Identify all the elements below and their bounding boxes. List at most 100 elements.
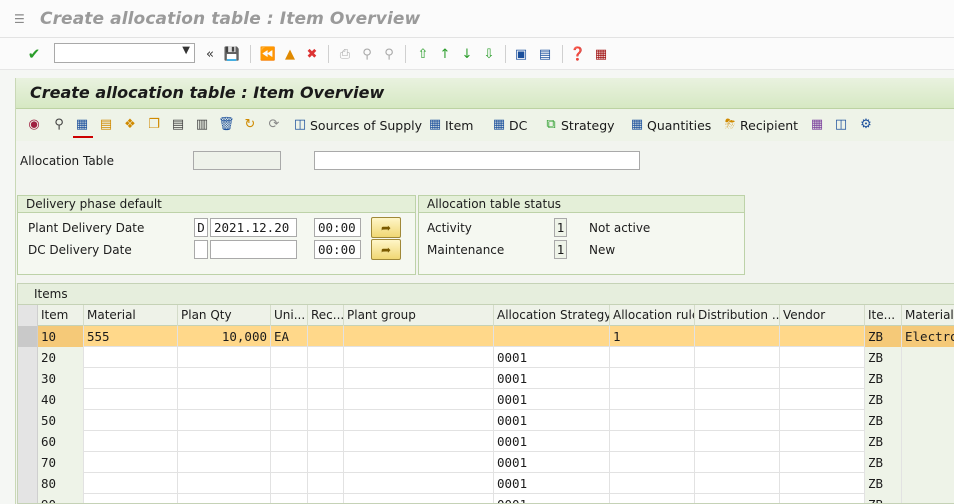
- table-row[interactable]: 1055510,000EA 1 ZBElectronic: [18, 326, 954, 347]
- cell-material[interactable]: [84, 347, 178, 368]
- cell-plan-qty[interactable]: [178, 494, 271, 503]
- col-header-item-category[interactable]: Ite...: [865, 305, 902, 326]
- cell-unit[interactable]: [271, 368, 308, 389]
- cell-rec[interactable]: [308, 494, 344, 503]
- grid-icon[interactable]: ▦: [809, 115, 827, 135]
- cell-rec[interactable]: [308, 473, 344, 494]
- cell-plan-qty[interactable]: [178, 389, 271, 410]
- delete-icon[interactable]: 🗑: [218, 115, 236, 135]
- cell-dist[interactable]: [695, 410, 780, 431]
- back-icon[interactable]: ⏪: [258, 44, 278, 64]
- cell-material[interactable]: [84, 410, 178, 431]
- dc-date-apply-button[interactable]: ➦: [371, 239, 401, 260]
- new-session-icon[interactable]: ▣: [512, 44, 530, 64]
- cell-plant-group[interactable]: [344, 389, 494, 410]
- enter-icon[interactable]: ✔: [24, 44, 44, 64]
- cell-dist[interactable]: [695, 494, 780, 503]
- cell-unit[interactable]: [271, 452, 308, 473]
- cell-material[interactable]: [84, 452, 178, 473]
- cell-material[interactable]: [84, 368, 178, 389]
- plant-date-type-field[interactable]: D: [194, 218, 208, 237]
- cell-vendor[interactable]: [780, 452, 865, 473]
- cell-plant-group[interactable]: [344, 410, 494, 431]
- cell-dist[interactable]: [695, 389, 780, 410]
- cell-rec[interactable]: [308, 410, 344, 431]
- table-row[interactable]: 60 0001 ZB: [18, 431, 954, 452]
- plant-delivery-time-field[interactable]: 00:00: [314, 218, 361, 237]
- cell-rec[interactable]: [308, 389, 344, 410]
- cell-rec[interactable]: [308, 452, 344, 473]
- insert-row-icon[interactable]: ▤: [170, 115, 188, 135]
- filter-icon[interactable]: ◫: [833, 115, 851, 135]
- cell-rule[interactable]: [610, 452, 695, 473]
- cell-strategy[interactable]: 0001: [494, 473, 610, 494]
- cell-strategy[interactable]: 0001: [494, 389, 610, 410]
- find-next-icon[interactable]: ⚲: [380, 44, 398, 64]
- cell-plan-qty[interactable]: [178, 410, 271, 431]
- command-field[interactable]: ▼: [54, 43, 195, 63]
- cell-strategy[interactable]: 0001: [494, 410, 610, 431]
- col-header-plant-group[interactable]: Plant group: [344, 305, 494, 326]
- col-header-unit[interactable]: Uni...: [271, 305, 308, 326]
- cell-plan-qty[interactable]: [178, 473, 271, 494]
- cell-vendor[interactable]: [780, 368, 865, 389]
- table-row[interactable]: 50 0001 ZB: [18, 410, 954, 431]
- cell-unit[interactable]: EA: [271, 326, 308, 347]
- cell-plant-group[interactable]: [344, 368, 494, 389]
- cell-vendor[interactable]: [780, 347, 865, 368]
- cell-rule[interactable]: [610, 347, 695, 368]
- allocate-icon[interactable]: ▤: [98, 115, 116, 135]
- col-header-material[interactable]: Material: [84, 305, 178, 326]
- cell-strategy[interactable]: 0001: [494, 431, 610, 452]
- detail-icon[interactable]: ⚲: [51, 115, 69, 135]
- dc-date-type-field[interactable]: [194, 240, 208, 259]
- cell-strategy[interactable]: 0001: [494, 368, 610, 389]
- cell-vendor[interactable]: [780, 389, 865, 410]
- customize-layout-icon[interactable]: ▦: [592, 44, 610, 64]
- cell-material[interactable]: 555: [84, 326, 178, 347]
- row-selector[interactable]: [18, 473, 38, 494]
- cell-plan-qty[interactable]: [178, 431, 271, 452]
- refresh-icon[interactable]: ↻: [242, 115, 260, 135]
- cell-unit[interactable]: [271, 473, 308, 494]
- next-page-icon[interactable]: ↓: [458, 44, 476, 64]
- row-selector[interactable]: [18, 389, 38, 410]
- cell-strategy[interactable]: [494, 326, 610, 347]
- row-selector[interactable]: [18, 452, 38, 473]
- select-all-cell[interactable]: [18, 305, 38, 326]
- settings-gear-icon[interactable]: ⚙: [858, 115, 876, 135]
- col-header-plan-qty[interactable]: Plan Qty: [178, 305, 271, 326]
- shortcut-icon[interactable]: ▤: [536, 44, 554, 64]
- cell-dist[interactable]: [695, 368, 780, 389]
- copy-icon[interactable]: ❐: [146, 115, 164, 135]
- row-selector[interactable]: [18, 368, 38, 389]
- col-header-distribution[interactable]: Distribution ...: [695, 305, 780, 326]
- cell-vendor[interactable]: [780, 473, 865, 494]
- first-page-icon[interactable]: ⇧: [414, 44, 432, 64]
- cell-strategy[interactable]: 0001: [494, 347, 610, 368]
- table-row[interactable]: 40 0001 ZB: [18, 389, 954, 410]
- dc-button[interactable]: ▦ DC: [491, 115, 528, 135]
- allocation-table-description[interactable]: [314, 151, 640, 170]
- cell-rec[interactable]: [308, 326, 344, 347]
- cell-plan-qty[interactable]: [178, 368, 271, 389]
- cell-strategy[interactable]: 0001: [494, 452, 610, 473]
- cell-plant-group[interactable]: [344, 473, 494, 494]
- table-row[interactable]: 90 0001 ZB: [18, 494, 954, 503]
- reload-icon[interactable]: ⟳: [266, 115, 284, 135]
- col-header-allocation-strategy[interactable]: Allocation Strategy: [494, 305, 610, 326]
- cell-strategy[interactable]: 0001: [494, 494, 610, 503]
- cell-dist[interactable]: [695, 452, 780, 473]
- previous-page-icon[interactable]: ↑: [436, 44, 454, 64]
- table-row[interactable]: 80 0001 ZB: [18, 473, 954, 494]
- cell-rule[interactable]: [610, 473, 695, 494]
- recipient-button[interactable]: ⛈ Recipient: [722, 115, 798, 135]
- cell-vendor[interactable]: [780, 410, 865, 431]
- help-icon[interactable]: ❓: [569, 44, 587, 64]
- exit-icon[interactable]: ▲: [280, 44, 300, 64]
- cell-unit[interactable]: [271, 410, 308, 431]
- row-selector[interactable]: [18, 494, 38, 503]
- cell-plan-qty[interactable]: [178, 452, 271, 473]
- cell-rule[interactable]: 1: [610, 326, 695, 347]
- print-icon[interactable]: ⎙: [336, 44, 354, 64]
